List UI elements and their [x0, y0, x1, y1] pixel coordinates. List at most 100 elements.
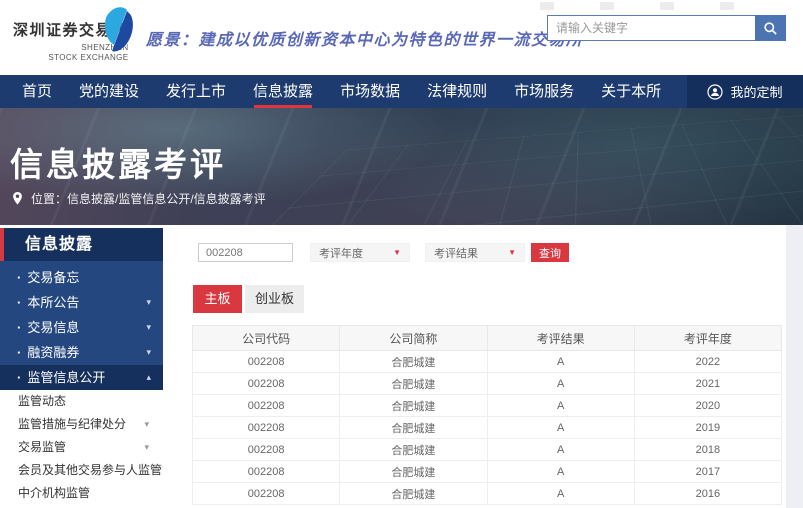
company-code-cell: 002208	[193, 395, 340, 417]
sidebar-submenu: 监管动态 监管措施与纪律处分 ▾ 交易监管 ▾ 会员及其他交易参与人监管 中介机…	[0, 390, 163, 505]
search-icon	[763, 21, 778, 36]
evaluation-year-cell: 2022	[634, 351, 781, 373]
page-scroll-gutter[interactable]	[786, 225, 803, 508]
nav-item-label: 信息披露	[253, 83, 313, 100]
sidebar-subitem-label: 会员及其他交易参与人监管	[18, 459, 162, 482]
company-name-cell: 合肥城建	[340, 483, 487, 505]
sidebar-subitem[interactable]: 监管动态	[0, 390, 163, 413]
nav-item-label: 发行上市	[166, 83, 226, 100]
evaluation-year-select[interactable]: 考评年度 ▼	[310, 243, 410, 262]
sidebar-subitem[interactable]: 监管措施与纪律处分 ▾	[0, 413, 163, 436]
table-row[interactable]: 002208 合肥城建 A 2020	[193, 395, 782, 417]
sidebar-item[interactable]: 监管信息公开 ▴	[0, 365, 163, 390]
page-title: 信息披露考评	[10, 138, 226, 186]
company-code-cell: 002208	[193, 483, 340, 505]
table-row[interactable]: 002208 合肥城建 A 2019	[193, 417, 782, 439]
company-code-cell: 002208	[193, 373, 340, 395]
sidebar-item[interactable]: 本所公告 ▾	[0, 290, 163, 315]
chevron-icon: ▾	[146, 315, 151, 340]
table-row[interactable]: 002208 合肥城建 A 2016	[193, 483, 782, 505]
sidebar-item-label: 监管信息公开	[27, 365, 105, 390]
sidebar-title: 信息披露	[0, 228, 163, 261]
sidebar-subitem[interactable]: 会员及其他交易参与人监管	[0, 459, 163, 482]
breadcrumb: 位置：信息披露/监管信息公开/信息披露考评	[11, 190, 266, 207]
evaluation-year-cell: 2019	[634, 417, 781, 439]
chevron-icon: ▾	[144, 413, 149, 436]
dropdown-caret-icon: ▼	[393, 248, 401, 257]
nav-item-label: 关于本所	[601, 83, 661, 100]
my-customization-label: 我的定制	[730, 82, 782, 101]
my-customization-button[interactable]: 我的定制	[687, 75, 803, 108]
sidebar-item[interactable]: 交易备忘	[0, 265, 163, 290]
table-header-row: 公司代码 公司简称 考评结果 考评年度	[193, 326, 782, 351]
sidebar-subitem[interactable]: 中介机构监管	[0, 482, 163, 505]
top-header: 深圳证券交易所 SHENZHEN STOCK EXCHANGE 愿景：建成以优质…	[0, 0, 803, 75]
company-code-cell: 002208	[193, 351, 340, 373]
breadcrumb-text: 位置：信息披露/监管信息公开/信息披露考评	[31, 190, 266, 207]
sidebar-item-label: 本所公告	[27, 290, 79, 315]
company-name-cell: 合肥城建	[340, 461, 487, 483]
evaluation-year-cell: 2016	[634, 483, 781, 505]
dropdown-caret-icon: ▼	[508, 248, 516, 257]
evaluation-year-cell: 2020	[634, 395, 781, 417]
evaluation-result-cell: A	[487, 373, 634, 395]
sidebar-subitem[interactable]: 交易监管 ▾	[0, 436, 163, 459]
evaluation-result-cell: A	[487, 439, 634, 461]
nav-item-label: 市场数据	[340, 83, 400, 100]
main-nav: 首页 党的建设 发行上市 信息披露 市场数据 法律规则 市场服务 关于本所	[0, 75, 803, 108]
table-row[interactable]: 002208 合肥城建 A 2021	[193, 373, 782, 395]
evaluation-result-select[interactable]: 考评结果 ▼	[425, 243, 525, 262]
evaluation-year-cell: 2017	[634, 461, 781, 483]
sidebar-subitem-label: 监管动态	[18, 390, 66, 413]
company-name-cell: 合肥城建	[340, 395, 487, 417]
table-row[interactable]: 002208 合肥城建 A 2022	[193, 351, 782, 373]
nav-item[interactable]: 关于本所	[601, 75, 661, 108]
table-header-cell: 考评结果	[487, 326, 634, 351]
board-tab[interactable]: 创业板	[245, 285, 304, 313]
sidebar-menu: 交易备忘 本所公告 ▾ 交易信息 ▾ 融资融券 ▾ 监管信息公开 ▴	[0, 261, 163, 390]
table-header-cell: 考评年度	[634, 326, 781, 351]
sidebar-subitem-label: 监管措施与纪律处分	[18, 413, 126, 436]
szse-logo-icon	[101, 5, 137, 57]
location-pin-icon	[11, 191, 24, 206]
evaluation-result-cell: A	[487, 417, 634, 439]
board-tab[interactable]: 主板	[193, 285, 242, 313]
nav-item-label: 市场服务	[514, 83, 574, 100]
company-name-cell: 合肥城建	[340, 373, 487, 395]
table-row[interactable]: 002208 合肥城建 A 2018	[193, 439, 782, 461]
nav-item[interactable]: 市场数据	[340, 75, 400, 108]
nav-item[interactable]: 发行上市	[166, 75, 226, 108]
company-code-cell: 002208	[193, 439, 340, 461]
company-name-cell: 合肥城建	[340, 439, 487, 461]
chevron-icon: ▾	[144, 436, 149, 459]
evaluation-result-cell: A	[487, 395, 634, 417]
company-name-cell: 合肥城建	[340, 351, 487, 373]
evaluation-year-cell: 2021	[634, 373, 781, 395]
nav-item-label: 党的建设	[79, 83, 139, 100]
company-code-cell: 002208	[193, 417, 340, 439]
board-tab-label: 创业板	[255, 291, 294, 306]
table-row[interactable]: 002208 合肥城建 A 2017	[193, 461, 782, 483]
company-name-cell: 合肥城建	[340, 417, 487, 439]
search-button[interactable]	[755, 15, 786, 41]
query-button[interactable]: 查询	[531, 243, 569, 262]
evaluation-result-label: 考评结果	[434, 245, 478, 261]
evaluation-result-cell: A	[487, 351, 634, 373]
nav-item[interactable]: 法律规则	[427, 75, 487, 108]
chevron-icon: ▴	[146, 365, 151, 390]
evaluation-result-cell: A	[487, 461, 634, 483]
sidebar-item[interactable]: 交易信息 ▾	[0, 315, 163, 340]
search-input[interactable]	[547, 15, 755, 41]
evaluation-year-label: 考评年度	[319, 245, 363, 261]
nav-item[interactable]: 信息披露	[253, 75, 313, 108]
top-utility-strip	[540, 2, 780, 10]
table-header-cell: 公司代码	[193, 326, 340, 351]
company-code-cell: 002208	[193, 461, 340, 483]
sidebar-item[interactable]: 融资融券 ▾	[0, 340, 163, 365]
chevron-icon: ▾	[146, 290, 151, 315]
nav-item[interactable]: 党的建设	[79, 75, 139, 108]
sidebar: 信息披露 交易备忘 本所公告 ▾ 交易信息 ▾ 融资融券 ▾ 监管	[0, 228, 163, 505]
company-code-input[interactable]	[198, 243, 293, 262]
nav-item[interactable]: 市场服务	[514, 75, 574, 108]
nav-item[interactable]: 首页	[22, 75, 52, 108]
